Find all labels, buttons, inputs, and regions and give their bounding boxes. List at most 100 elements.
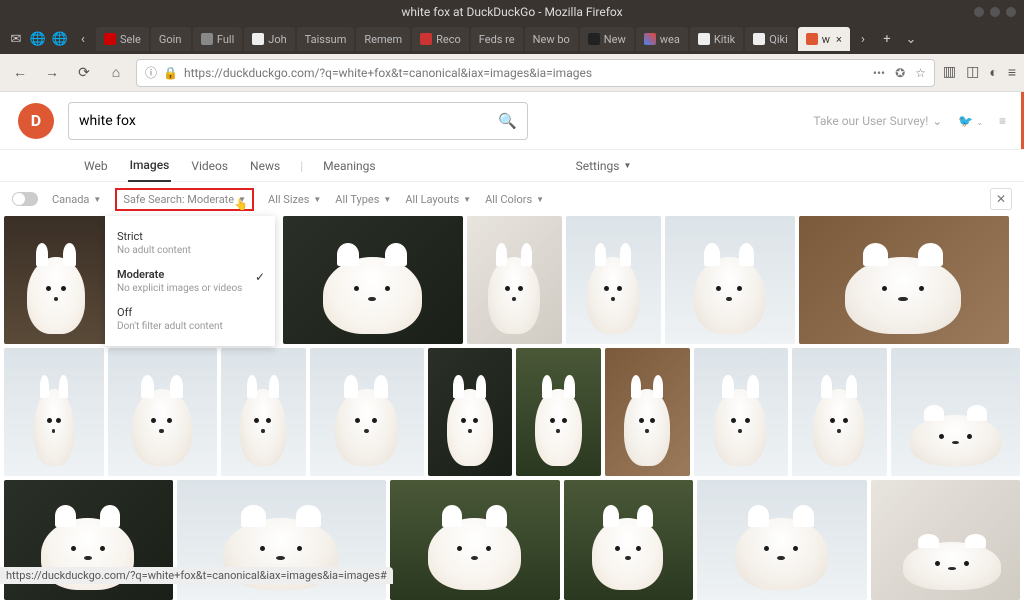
layout-filter[interactable]: All Layouts▼ [405,193,471,206]
browser-tab[interactable]: New bo [525,27,578,51]
browser-tab[interactable]: Kitik [690,27,743,51]
tab-scroll-left-icon[interactable]: ‹ [72,32,94,47]
twitter-icon[interactable]: 🐦 ⌄ [958,114,983,128]
image-result[interactable] [428,348,513,476]
browser-tab[interactable]: Remem [356,27,410,51]
safesearch-filter[interactable]: Safe Search: Moderate▼👆 [115,188,254,211]
browser-tab[interactable]: New [580,27,634,51]
image-result[interactable] [108,348,217,476]
filter-bar: Canada▼ Safe Search: Moderate▼👆 All Size… [0,182,1024,216]
region-toggle[interactable] [12,192,38,206]
search-input[interactable] [79,113,498,129]
image-result[interactable] [799,216,1009,344]
image-result[interactable] [516,348,601,476]
type-filter[interactable]: All Types▼ [335,193,391,206]
page-actions-icon[interactable]: ••• [873,66,885,80]
chevron-down-icon: ▼ [383,195,391,204]
color-filter[interactable]: All Colors▼ [485,193,544,206]
tabs-dropdown-icon[interactable]: ⌄ [900,32,922,47]
status-bar: https://duckduckgo.com/?q=white+fox&t=ca… [0,567,393,584]
chevron-down-icon: ⌄ [932,114,942,128]
image-result[interactable] [694,348,789,476]
reload-button[interactable]: ⟳ [72,61,96,85]
image-result[interactable] [566,216,661,344]
window-minimize-icon[interactable] [974,7,984,17]
image-result[interactable] [697,480,866,600]
account-icon[interactable]: ◐ [989,64,997,81]
lock-icon: 🔒 [163,66,178,80]
image-result[interactable] [4,348,104,476]
tab-close-icon[interactable]: × [836,33,842,46]
home-button[interactable]: ⌂ [104,61,128,85]
chevron-down-icon: ▼ [536,195,544,204]
browser-navbar: ← → ⟳ ⌂ ⓘ 🔒 https://duckduckgo.com/?q=wh… [0,54,1024,92]
info-icon[interactable]: ⓘ [145,64,157,81]
chevron-down-icon: ▼ [93,195,101,204]
safesearch-option-strict[interactable]: Strict No adult content [105,224,275,262]
globe-icon[interactable]: 🌐 [28,29,48,49]
browser-tab[interactable]: Taissum [297,27,355,51]
image-result[interactable] [891,348,1020,476]
tab-meanings[interactable]: Meanings [321,151,377,181]
image-result[interactable] [4,216,109,344]
check-icon: ✓ [255,270,265,284]
browser-tab[interactable]: Goin [151,27,191,51]
tab-images[interactable]: Images [128,150,172,182]
size-filter[interactable]: All Sizes▼ [268,193,321,206]
image-result[interactable] [390,480,559,600]
new-tab-icon[interactable]: + [876,32,898,47]
tab-scroll-right-icon[interactable]: › [852,32,874,47]
tab-videos[interactable]: Videos [189,151,230,181]
hamburger-icon[interactable]: ≡ [999,114,1006,128]
safesearch-dropdown: Strict No adult content Moderate No expl… [105,216,275,346]
browser-tab[interactable]: Sele [96,27,149,51]
menu-icon[interactable]: ≡ [1008,64,1016,81]
url-text: https://duckduckgo.com/?q=white+fox&t=ca… [184,66,867,80]
chevron-down-icon: ▼ [623,161,631,170]
tab-news[interactable]: News [248,151,282,181]
browser-tab-active[interactable]: w× [798,27,850,51]
image-result[interactable] [871,480,1020,600]
chevron-down-icon: ▼ [463,195,471,204]
browser-tab[interactable]: Reco [412,27,469,51]
image-result[interactable] [564,480,693,600]
safesearch-option-off[interactable]: Off Don't filter adult content [105,300,275,338]
browser-tab[interactable]: Qiki [745,27,796,51]
forward-button[interactable]: → [40,61,64,85]
mail-icon[interactable]: ✉ [6,29,26,49]
close-filters-button[interactable]: ✕ [990,188,1012,210]
library-icon[interactable]: ▥ [943,64,956,81]
image-result[interactable] [283,216,463,344]
window-maximize-icon[interactable] [990,7,1000,17]
bookmark-icon[interactable]: ☆ [915,66,926,80]
tab-web[interactable]: Web [82,151,110,181]
safesearch-option-moderate[interactable]: Moderate No explicit images or videos ✓ [105,262,275,300]
region-filter[interactable]: Canada▼ [52,193,101,206]
browser-tab[interactable]: Joh [244,27,294,51]
survey-link[interactable]: Take our User Survey! ⌄ [813,114,942,128]
browser-tab[interactable]: wea [636,27,688,51]
ddg-logo-icon[interactable]: D [18,103,54,139]
back-button[interactable]: ← [8,61,32,85]
browser-tab[interactable]: Feds re [471,27,523,51]
ddg-header: D 🔍 Take our User Survey! ⌄ 🐦 ⌄ ≡ [0,92,1024,150]
window-close-icon[interactable] [1006,7,1016,17]
settings-link[interactable]: Settings ▼ [576,159,632,173]
chevron-down-icon: ▼ [313,195,321,204]
search-icon[interactable]: 🔍 [498,112,517,130]
category-nav: Web Images Videos News | Meanings Settin… [0,150,1024,182]
image-result[interactable] [792,348,887,476]
search-box[interactable]: 🔍 [68,102,528,140]
reader-icon[interactable]: ✪ [895,66,905,80]
image-result[interactable] [467,216,562,344]
image-result[interactable] [221,348,306,476]
globe-icon[interactable]: 🌐 [50,29,70,49]
image-result[interactable] [605,348,690,476]
browser-tabstrip: ✉ 🌐 🌐 ‹ Sele Goin Full Joh Taissum Remem… [0,24,1024,54]
url-bar[interactable]: ⓘ 🔒 https://duckduckgo.com/?q=white+fox&… [136,59,935,87]
window-title: white fox at DuckDuckGo - Mozilla Firefo… [401,5,622,19]
image-result[interactable] [665,216,795,344]
image-result[interactable] [310,348,424,476]
sidebar-icon[interactable]: ◫ [966,64,979,81]
browser-tab[interactable]: Full [193,27,242,51]
